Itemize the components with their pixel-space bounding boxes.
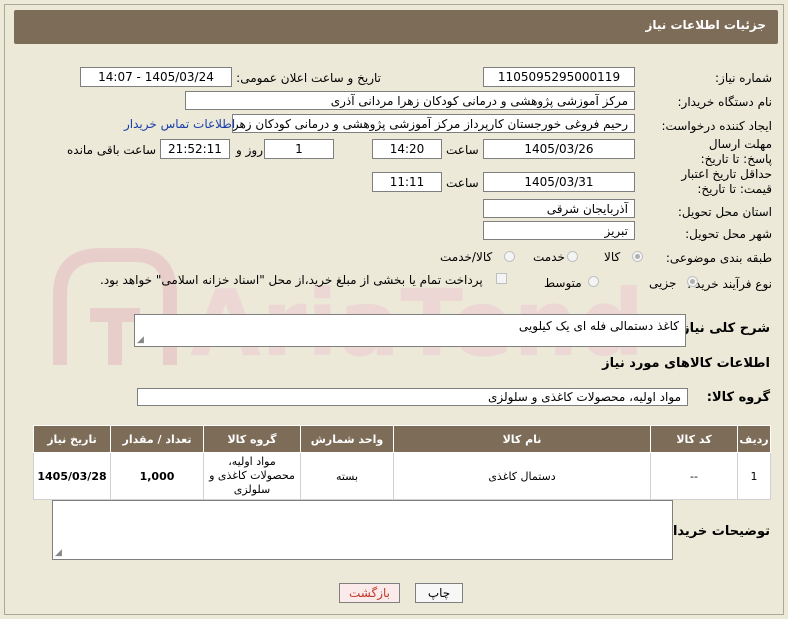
category-option-both: کالا/خدمت [440, 250, 493, 264]
creator-label: ایجاد کننده درخواست: [661, 119, 772, 133]
row-name: دستمال کاغذی [393, 452, 651, 500]
buyer-org-label: نام دستگاه خریدار: [677, 95, 773, 109]
row-date: 1405/03/28 [33, 452, 111, 500]
category-radio-both[interactable] [504, 251, 515, 262]
row-qty: 1,000 [110, 452, 204, 500]
city-field: تبریز [483, 221, 635, 240]
process-radio-minor[interactable] [687, 276, 698, 287]
page-title: جزئیات اطلاعات نیاز [645, 18, 766, 32]
creator-field: رحیم فروغی خورجستان کارپرداز مرکز آموزشی… [232, 114, 635, 133]
process-label: نوع فرآیند خرید : [687, 277, 772, 291]
col-unit-header: واحد شمارش [300, 425, 394, 453]
price-validity-time-label: ساعت [446, 176, 479, 190]
city-label: شهر محل تحویل: [685, 227, 772, 241]
col-code-header: کد کالا [650, 425, 738, 453]
need-number-field: 1105095295000119 [483, 67, 635, 87]
print-button[interactable]: چاپ [415, 583, 463, 603]
deadline-remaining-field: 21:52:11 [160, 139, 230, 159]
col-index-header: ردیف [737, 425, 771, 453]
goods-group-field: مواد اولیه، محصولات کاغذی و سلولزی [137, 388, 688, 406]
process-option-minor: جزیی [649, 276, 677, 290]
buyer-contact-link[interactable]: اطلاعات تماس خریدار [124, 117, 235, 131]
resize-grip-icon[interactable]: ◢ [137, 336, 144, 345]
col-group-header: گروه کالا [203, 425, 301, 453]
buyer-notes-textarea[interactable]: ◢ [52, 500, 673, 560]
need-number-label: شماره نیاز: [715, 71, 772, 85]
deadline-time-field: 14:20 [372, 139, 442, 159]
back-button[interactable]: بازگشت [339, 583, 400, 603]
buyer-notes-label: توضیحات خریدار: [660, 524, 770, 539]
description-label: شرح کلی نیاز: [676, 321, 770, 336]
province-label: استان محل تحویل: [677, 205, 772, 219]
category-label: طبقه بندی موضوعی: [665, 251, 772, 265]
price-validity-time-field: 11:11 [372, 172, 442, 192]
deadline-time-label: ساعت [446, 143, 479, 157]
deadline-date-field: 1405/03/26 [483, 139, 635, 159]
row-code: -- [650, 452, 738, 500]
category-option-goods: کالا [604, 250, 621, 264]
deadline-remaining-label: ساعت باقی مانده [67, 143, 157, 157]
process-radio-medium[interactable] [588, 276, 599, 287]
row-group: مواد اولیه، محصولات کاغذی و سلولزی [203, 452, 301, 500]
buyer-org-field: مرکز آموزشی پژوهشی و درمانی کودکان زهرا … [185, 91, 635, 110]
price-validity-label: حداقل تاریخ اعتبار قیمت: تا تاریخ: [681, 167, 772, 196]
process-option-medium: متوسط [544, 276, 582, 290]
description-textarea[interactable]: کاغذ دستمالی فله ای یک کیلویی ◢ [134, 314, 686, 347]
col-qty-header: تعداد / مقدار [110, 425, 204, 453]
table-header-row: ردیف کد کالا نام کالا واحد شمارش گروه کا… [33, 425, 771, 453]
col-name-header: نام کالا [393, 425, 651, 453]
goods-group-label: گروه کالا: [706, 390, 770, 405]
deadline-label: مهلت ارسال پاسخ: تا تاریخ: [700, 137, 772, 166]
buyer-notes-text [53, 501, 672, 509]
category-option-service: خدمت [533, 250, 565, 264]
price-validity-date-field: 1405/03/31 [483, 172, 635, 192]
table-row: 1 -- دستمال کاغذی بسته مواد اولیه، محصول… [33, 452, 771, 500]
announce-label: تاریخ و ساعت اعلان عمومی: [236, 71, 381, 85]
payment-note: پرداخت تمام یا بخشی از مبلغ خرید،از محل … [100, 273, 483, 287]
announce-field: 1405/03/24 - 14:07 [80, 67, 232, 87]
payment-checkbox[interactable] [496, 273, 507, 284]
category-radio-service[interactable] [567, 251, 578, 262]
description-text: کاغذ دستمالی فله ای یک کیلویی [518, 319, 679, 333]
row-unit: بسته [300, 452, 394, 500]
row-index: 1 [737, 452, 771, 500]
col-date-header: تاریخ نیاز [33, 425, 111, 453]
goods-info-title: اطلاعات کالاهای مورد نیاز [602, 356, 770, 371]
category-radio-goods[interactable] [632, 251, 643, 262]
goods-table: ردیف کد کالا نام کالا واحد شمارش گروه کا… [33, 425, 771, 500]
deadline-days-field: 1 [264, 139, 334, 159]
deadline-days-label: روز و [236, 143, 263, 157]
province-field: آذربایجان شرقی [483, 199, 635, 218]
resize-grip-icon[interactable]: ◢ [55, 549, 62, 558]
page-header: جزئیات اطلاعات نیاز [14, 10, 778, 44]
